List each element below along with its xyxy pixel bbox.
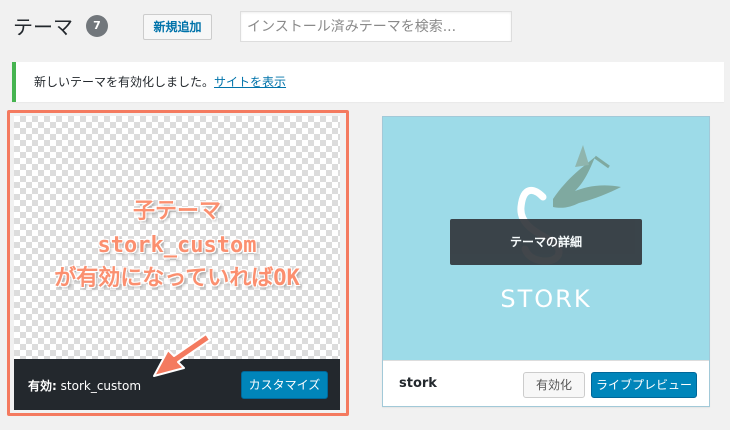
theme-details-button[interactable]: テーマの詳細 bbox=[450, 219, 642, 265]
page-title: テーマ bbox=[13, 15, 73, 39]
annotation-line-1: 子テーマ bbox=[132, 199, 221, 224]
theme-search-input[interactable] bbox=[240, 11, 512, 42]
arrow-icon bbox=[153, 333, 211, 377]
live-preview-button[interactable]: ライブプレビュー bbox=[591, 372, 697, 398]
add-new-button[interactable]: 新規追加 bbox=[143, 14, 212, 40]
stork-theme-name: stork bbox=[399, 376, 437, 391]
view-site-link[interactable]: サイトを表示 bbox=[214, 75, 286, 89]
active-theme-label: 有効: stork_custom bbox=[28, 377, 141, 394]
notice-message: 新しいテーマを有効化しました。 bbox=[34, 75, 215, 89]
notice-text: 新しいテーマを有効化しました。サイトを表示 bbox=[34, 74, 286, 90]
active-status-label: 有効: bbox=[28, 379, 57, 393]
stork-theme-bar: stork 有効化 ライブプレビュー bbox=[383, 360, 709, 406]
annotation-line-2: stork_custom bbox=[97, 233, 257, 258]
customize-button[interactable]: カスタマイズ bbox=[241, 371, 328, 399]
annotation-line-3: が有効になっていればOK bbox=[54, 266, 300, 291]
success-notice: 新しいテーマを有効化しました。サイトを表示 bbox=[12, 62, 724, 102]
activate-button[interactable]: 有効化 bbox=[523, 372, 585, 398]
stork-logo-text: STORK bbox=[500, 285, 592, 313]
stork-theme-card[interactable]: STORK テーマの詳細 stork 有効化 ライブプレビュー bbox=[382, 116, 710, 407]
theme-count-badge: 7 bbox=[86, 15, 108, 37]
stork-screenshot: STORK テーマの詳細 bbox=[383, 117, 709, 360]
active-theme-name: stork_custom bbox=[60, 379, 142, 393]
